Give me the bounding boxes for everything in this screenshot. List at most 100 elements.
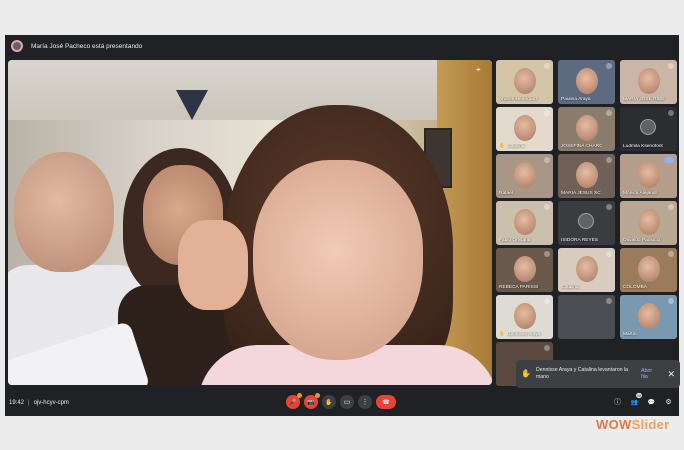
watermark-part1: WOW: [596, 417, 632, 432]
participant-video: [514, 209, 536, 235]
camera-off-icon: 📷: [307, 399, 315, 406]
participant-video: [576, 256, 598, 282]
participant-name: Ludmila Ksenofont: [623, 144, 663, 149]
participant-tile[interactable]: MARÍA JESÚS SC: [558, 154, 615, 198]
participant-video: [638, 162, 660, 188]
meeting-details-button[interactable]: ⓘ: [611, 395, 624, 409]
mic-muted-icon: [606, 204, 612, 210]
participant-tile[interactable]: Fabio Orellana: [496, 201, 553, 245]
chat-icon: 💬: [647, 399, 656, 406]
participant-tile[interactable]: Paulina Araya: [558, 60, 615, 104]
participant-video: [514, 303, 536, 329]
participant-tile[interactable]: JOSEFINA CHARC: [558, 107, 615, 151]
presenting-text: María José Pacheco está presentando: [31, 42, 143, 50]
participant-name: MARÍA JESÚS SC: [561, 191, 601, 196]
mic-muted-icon: [606, 110, 612, 116]
side-panel-controls: ⓘ 👥 30 💬 ⚙: [611, 393, 675, 409]
activities-button[interactable]: ⚙: [662, 395, 675, 409]
screenshot-frame: María José Pacheco está presentando ⌖ An…: [0, 0, 684, 450]
meeting-code: ojv-hcyv-cpm: [33, 400, 69, 406]
participant-tile[interactable]: ISIDORA REYES: [558, 201, 615, 245]
mic-muted-icon: [544, 204, 550, 210]
video-ceiling: [8, 60, 492, 120]
mic-muted-icon: [606, 298, 612, 304]
raised-hand-icon: ✋: [499, 331, 505, 336]
participant-tile[interactable]: Ludmila Ksenofont: [620, 107, 677, 151]
participant-tile[interactable]: Osvaldo Paolucci: [620, 201, 677, 245]
people-count-badge: 30: [635, 393, 642, 398]
mic-muted-icon: [668, 63, 674, 69]
camera-warning-icon: [315, 393, 320, 398]
participant-name: REBECA PARISSI: [499, 285, 539, 290]
end-call-button[interactable]: ☎: [376, 395, 396, 409]
participant-tile[interactable]: Catalina: [558, 248, 615, 292]
avatar: [640, 119, 656, 135]
mic-muted-icon: [606, 63, 612, 69]
participant-video: [514, 256, 536, 282]
presenting-bar: María José Pacheco está presentando: [5, 35, 679, 57]
girl-face: [253, 160, 423, 360]
info-icon: ⓘ: [614, 399, 621, 406]
hand-icon: ✋: [325, 399, 333, 406]
mic-muted-icon: [606, 157, 612, 163]
raise-hand-button[interactable]: ✋: [322, 395, 336, 409]
watermark-part2: Slider: [631, 417, 670, 432]
notification-text: Dennisse Araya y Catalina levantaron la …: [535, 366, 628, 380]
mic-button[interactable]: 🎤: [286, 393, 302, 409]
participant-video: [638, 68, 660, 94]
participant-video: [638, 256, 660, 282]
participant-name: Mónica Alejandr: [623, 191, 658, 196]
participant-tile[interactable]: ✋ Catalina: [496, 107, 553, 151]
video-pennant: [176, 90, 208, 120]
present-button[interactable]: ▭: [340, 395, 354, 409]
man-head: [14, 152, 114, 272]
participant-video: [576, 68, 598, 94]
participant-video: [576, 162, 598, 188]
mic-muted-icon: [668, 298, 674, 304]
bottom-bar: 19:42 | ojv-hcyv-cpm 🎤 📷 ✋ ▭ ⋮ ☎ ⓘ 👥 30 …: [5, 390, 679, 416]
participant-tile[interactable]: Martín: [620, 295, 677, 339]
participant-video: [514, 68, 536, 94]
participant-tile[interactable]: MARÍA JOSÉ RIBE: [620, 60, 677, 104]
more-options-button[interactable]: ⋮: [358, 395, 372, 409]
mic-muted-icon: [668, 251, 674, 257]
participant-video: [514, 115, 536, 141]
chat-button[interactable]: 💬: [645, 395, 658, 409]
presenter-avatar-icon: [11, 40, 23, 52]
participant-name: Rafael: [499, 191, 513, 196]
clock-time: 19:42: [9, 400, 25, 406]
main-video[interactable]: ⌖: [8, 60, 492, 385]
pin-icon[interactable]: ⌖: [476, 65, 486, 75]
raised-hand-icon: ✋: [499, 143, 505, 148]
present-screen-icon: ▭: [343, 399, 351, 406]
mic-muted-icon: [544, 110, 550, 116]
people-button[interactable]: 👥 30: [628, 393, 642, 409]
participant-tile[interactable]: Andrés Henríquez: [496, 60, 553, 104]
participant-tile[interactable]: Mónica Alejandr: [620, 154, 677, 198]
participant-name: Andrés Henríquez: [499, 97, 538, 102]
mic-muted-icon: [606, 251, 612, 257]
participant-tile[interactable]: COLOMBA: [620, 248, 677, 292]
mic-warning-icon: [297, 393, 302, 398]
mic-muted-icon: [544, 345, 550, 351]
participant-tile[interactable]: ✋ Dennisse Araya: [496, 295, 553, 339]
more-vert-icon: ⋮: [361, 399, 369, 406]
mic-muted-icon: [668, 110, 674, 116]
separator: |: [28, 400, 30, 406]
participant-name: Catalina: [561, 285, 579, 290]
mic-muted-icon: [544, 251, 550, 257]
participant-tile[interactable]: Rafael: [496, 154, 553, 198]
participant-name: Catalina: [507, 144, 525, 149]
participant-name: Dennisse Araya: [507, 332, 541, 337]
camera-button[interactable]: 📷: [304, 393, 320, 409]
participant-tile[interactable]: REBECA PARISSI: [496, 248, 553, 292]
phone-hangup-icon: ☎: [382, 399, 390, 406]
mic-off-icon: 🎤: [289, 399, 297, 406]
participant-tile[interactable]: [558, 295, 615, 339]
open-queue-link[interactable]: Abrir fila: [641, 368, 659, 380]
call-controls: 🎤 📷 ✋ ▭ ⋮ ☎: [286, 393, 396, 409]
close-icon[interactable]: ✕: [667, 369, 675, 380]
participant-name: COLOMBA: [623, 285, 647, 290]
participant-name: Martín: [623, 332, 637, 337]
participant-video: [576, 115, 598, 141]
